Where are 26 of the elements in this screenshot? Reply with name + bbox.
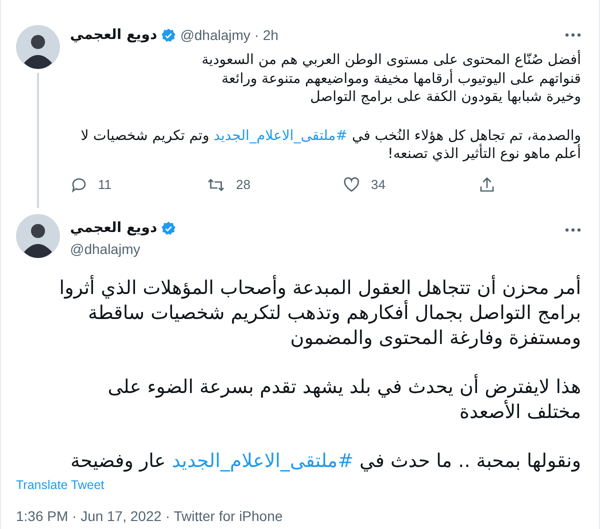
avatar[interactable] [16,25,60,69]
tweet-text: مختلف الأصعدة [458,400,581,424]
reply-button[interactable]: 11 [70,174,206,194]
more-icon[interactable] [565,228,581,232]
author-name[interactable]: دويع العجمي [70,218,158,238]
retweet-button[interactable]: 28 [206,174,342,194]
tweet-text: أعلم ماهو نوع التأثير الذي تصنعه! [70,145,581,164]
tweet-text: قنواتهم على اليوتيوب أرقامها مخيفة ومواضيعهم متنوعة ورائعة [220,70,581,88]
reply-icon[interactable] [70,176,88,194]
heart-icon[interactable] [342,176,361,194]
tweet-meta: 1:36 PM · Jun 17, 2022 · Twitter for iPhone [16,507,284,526]
handle-time: @dhalajmy · 2h [180,26,278,45]
tweet-text: أمر محزن أن تتجاهل العقول المبدعة وأصحاب المؤهلات الذي أثروا [58,276,581,300]
more-icon[interactable] [565,33,581,37]
tweet-text: وخيرة شبابها يقودون الكفة على برامج التواصل [309,88,581,106]
author-name[interactable]: دويع العجمي [70,24,158,46]
tweet-text: هذا لايفترض أن يحدث في بلد يشهد تقدم بسرعة الضوء على [106,374,581,400]
tweet-text: والصدمة، تم تجاهل كل هؤلاء النُخب في #ملتقى_الاعلام_الجديد وتم تكريم شخصيات لا [80,126,581,144]
author-handle: @dhalajmy [70,240,142,259]
avatar[interactable] [16,214,60,258]
tweet-text: ونقولها بمحبة .. ما حدث في #ملتقى_الاعلام_الجديد عار وفضيحة [70,448,581,474]
tweet-text: ومستفزة وفارغة المحتوى والمضمون [289,326,581,350]
tweet-text: أفضل صُنّاع المحتوى على مستوى الوطن العربي هم من السعودية [200,51,581,69]
tweet-text: برامج التواصل بجمال أفكارهم وتذهب لتكريم شخصيات ساقطة [87,300,581,326]
share-icon[interactable] [478,176,496,194]
like-button[interactable]: 34 [342,174,478,194]
